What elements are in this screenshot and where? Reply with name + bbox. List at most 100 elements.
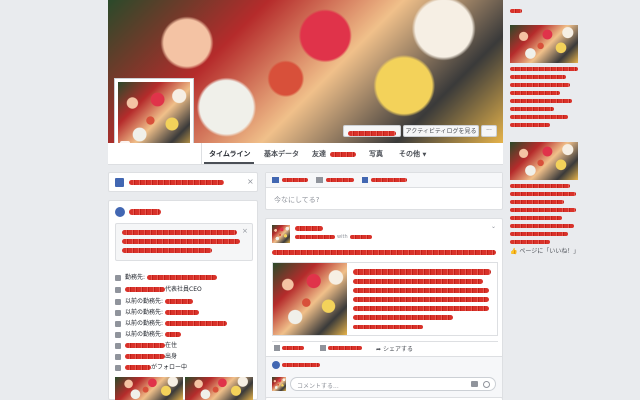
redacted-text <box>510 200 564 204</box>
redacted-text <box>122 248 212 253</box>
cover-more-button[interactable]: ··· <box>481 125 497 137</box>
list-item: 以前の勤務先: <box>115 307 199 316</box>
camera-icon[interactable] <box>471 381 478 387</box>
rss-icon <box>115 364 121 371</box>
redacted-text <box>510 75 566 79</box>
redacted-text <box>510 192 576 196</box>
composer-card: 今なにしてる? <box>265 172 503 210</box>
redacted-text <box>125 354 165 359</box>
redacted-text <box>125 343 165 348</box>
photo-icon[interactable] <box>316 177 323 183</box>
tab-timeline[interactable]: タイムライン <box>209 146 251 162</box>
tab-friends-label: 友達 <box>312 150 326 158</box>
emoji-icon[interactable] <box>483 381 490 388</box>
redacted-text <box>510 208 576 212</box>
comment-input[interactable]: コメントする... <box>290 377 496 391</box>
globe-icon <box>115 207 125 217</box>
list-item: 勤務先: <box>115 272 217 281</box>
redacted-text <box>353 288 489 293</box>
redacted-text <box>510 224 574 228</box>
redacted-text <box>353 315 453 320</box>
page-like-button[interactable]: 👍 ページに「いいね！」 <box>510 246 579 255</box>
left-gutter <box>0 0 108 400</box>
list-item: 在住 <box>115 340 177 349</box>
intro-photo[interactable] <box>185 377 253 400</box>
redacted-text <box>282 363 320 367</box>
redacted-text <box>510 216 562 220</box>
redacted-text <box>164 321 227 326</box>
redacted-text <box>129 209 161 215</box>
close-icon[interactable]: × <box>242 227 248 235</box>
redacted-text <box>510 83 570 87</box>
comment-placeholder: コメントする... <box>297 383 339 390</box>
redacted-text <box>272 250 496 255</box>
redacted-text <box>122 239 240 244</box>
pencil-icon[interactable] <box>272 177 279 183</box>
briefcase-icon <box>115 309 121 316</box>
composer-input[interactable]: 今なにしてる? <box>274 195 320 205</box>
redacted-text <box>129 180 224 185</box>
redacted-text <box>510 232 568 236</box>
post-with-label: with <box>337 234 348 240</box>
redacted-text <box>326 178 354 182</box>
bio-box[interactable]: × <box>115 223 253 261</box>
briefcase-icon <box>115 320 121 327</box>
redacted-text <box>125 287 165 292</box>
briefcase-icon <box>115 286 121 293</box>
redacted-text <box>164 332 181 337</box>
tab-about[interactable]: 基本データ <box>264 146 299 162</box>
redacted-text <box>282 178 308 182</box>
post-card: with ⌄ ➦ シェアする コメントする... <box>265 218 503 400</box>
suggested-page-image[interactable] <box>510 25 578 63</box>
list-item: 以前の勤務先: <box>115 318 227 327</box>
redacted-text <box>510 115 568 119</box>
redacted-text <box>164 310 199 315</box>
intro-photo[interactable] <box>115 377 183 400</box>
share-icon: ➦ <box>376 346 382 353</box>
redacted-text <box>510 107 554 111</box>
redacted-text <box>330 151 357 157</box>
tab-more-label: その他 <box>399 150 420 158</box>
redacted-text <box>353 325 423 329</box>
suggested-page-image[interactable] <box>510 142 578 180</box>
redacted-text <box>282 346 304 350</box>
shared-link-box[interactable] <box>272 262 498 336</box>
share-button[interactable]: ➦ シェアする <box>376 344 413 353</box>
tab-more[interactable]: その他 ▼ <box>399 146 426 162</box>
briefcase-icon <box>115 274 121 281</box>
chevron-down-icon[interactable]: ⌄ <box>491 223 496 230</box>
redacted-text <box>510 184 570 188</box>
redacted-text <box>510 123 550 127</box>
tab-friends[interactable]: 友達 <box>312 146 357 162</box>
close-icon[interactable]: × <box>247 177 254 186</box>
avatar[interactable] <box>272 225 290 243</box>
redacted-text <box>348 130 396 136</box>
flag-icon[interactable] <box>362 177 368 183</box>
activity-log-button[interactable]: アクティビティログを見る <box>403 125 479 137</box>
list-item: がフォロー中 <box>115 362 187 371</box>
redacted-text <box>353 306 489 311</box>
tab-timeline-indicator <box>204 162 254 164</box>
thumbs-up-icon: 👍 <box>510 248 518 255</box>
shared-link-image <box>273 263 347 335</box>
name-badge[interactable] <box>343 125 401 137</box>
redacted-text <box>353 297 489 302</box>
redacted-text <box>510 91 560 95</box>
redacted-text <box>371 178 407 182</box>
comment-icon[interactable] <box>320 345 326 351</box>
edit-icon[interactable] <box>115 178 124 187</box>
profile-nav-bar <box>108 143 503 165</box>
tab-photos[interactable]: 写真 <box>369 146 383 162</box>
redacted-text <box>295 235 335 239</box>
home-icon <box>115 342 121 349</box>
redacted-text <box>125 365 151 370</box>
redacted-text <box>328 346 362 350</box>
briefcase-icon <box>115 331 121 338</box>
like-icon[interactable] <box>274 345 280 351</box>
redacted-text <box>353 269 491 275</box>
redacted-text <box>164 299 193 304</box>
list-item: 出身 <box>115 351 177 360</box>
redacted-text <box>510 67 578 71</box>
location-pin-icon <box>115 353 121 360</box>
redacted-text <box>510 240 550 244</box>
